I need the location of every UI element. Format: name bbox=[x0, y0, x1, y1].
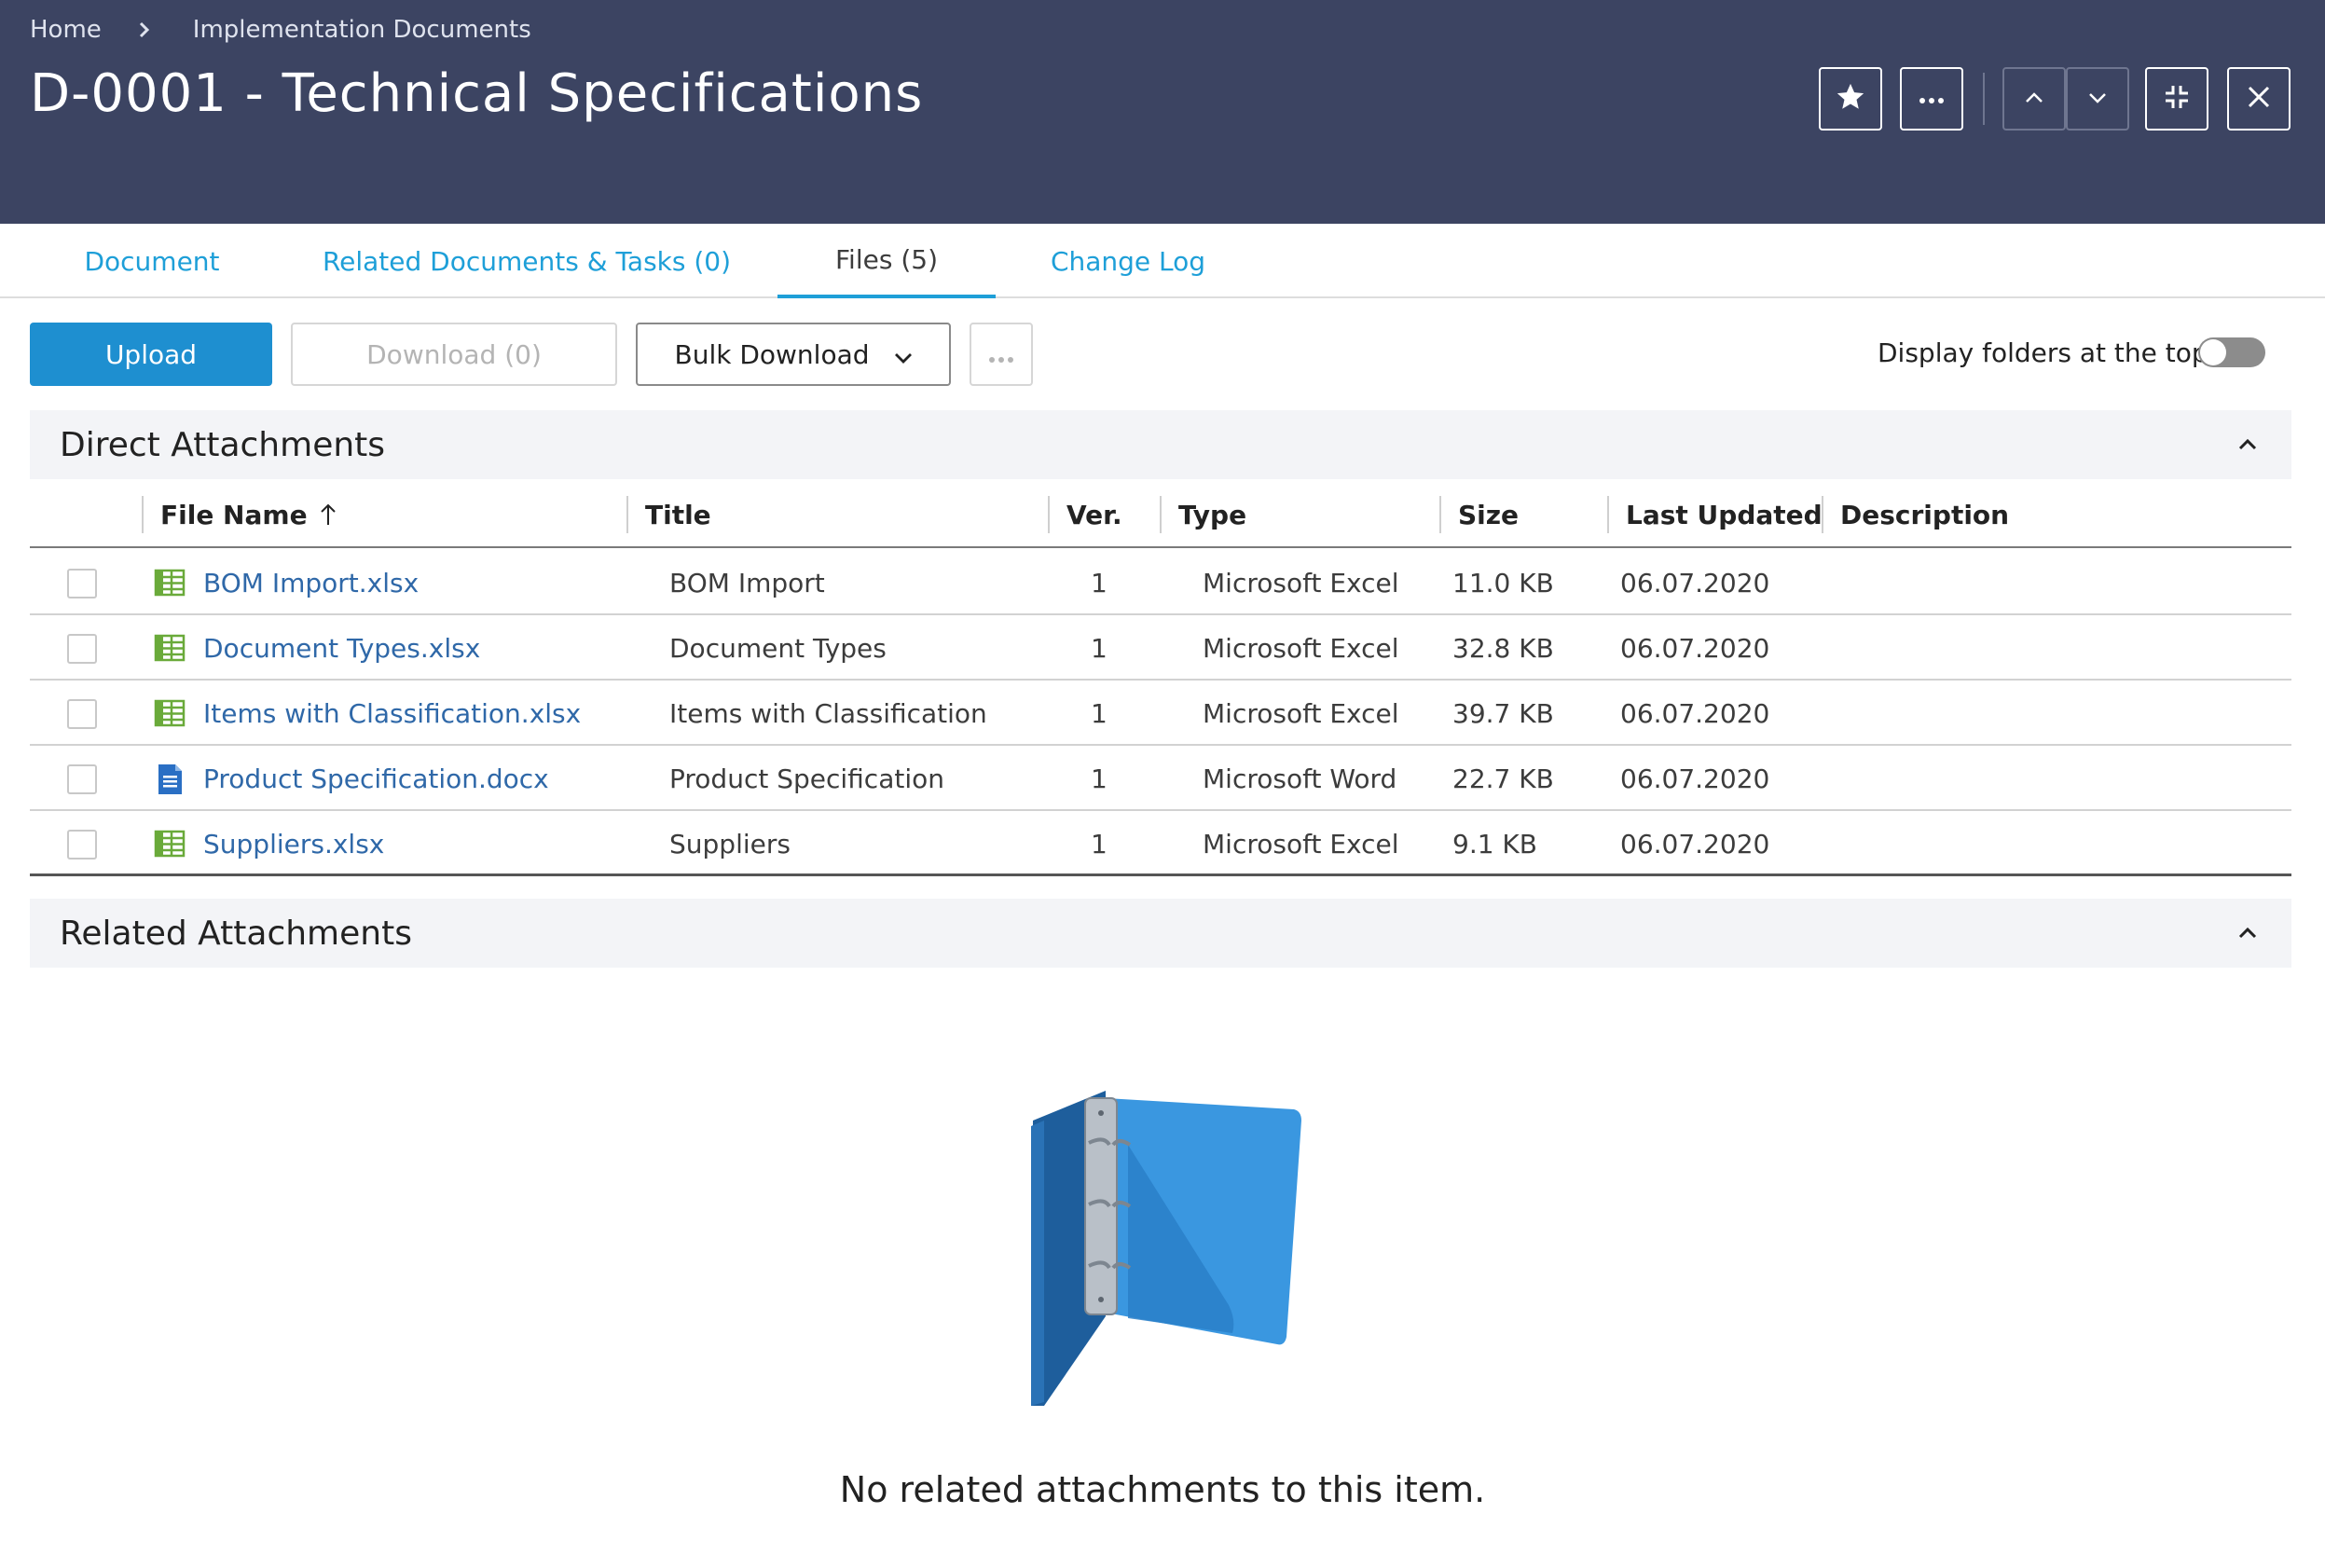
folders-at-top-toggle[interactable] bbox=[2198, 337, 2265, 367]
excel-file-icon bbox=[153, 828, 186, 860]
cell-size: 32.8 KB bbox=[1452, 632, 1554, 664]
header-divider bbox=[1983, 73, 1985, 125]
cell-updated: 06.07.2020 bbox=[1620, 828, 1770, 860]
word-file-icon bbox=[153, 763, 186, 794]
favorite-button[interactable] bbox=[1819, 67, 1882, 131]
star-icon bbox=[1835, 81, 1866, 117]
row-checkbox[interactable] bbox=[67, 830, 97, 860]
excel-file-icon bbox=[153, 632, 186, 664]
table-row[interactable]: BOM Import.xlsx BOM Import 1 Microsoft Exce… bbox=[30, 550, 2291, 615]
cell-title: Document Types bbox=[669, 632, 887, 664]
cell-updated: 06.07.2020 bbox=[1620, 763, 1770, 794]
column-file-name[interactable]: File Name bbox=[142, 496, 337, 533]
tab-bar: Document Related Documents & Tasks (0) F… bbox=[0, 224, 2325, 298]
chevron-down-icon bbox=[2087, 90, 2108, 108]
direct-attachments-header[interactable]: Direct Attachments bbox=[30, 410, 2291, 479]
ellipsis-icon bbox=[988, 339, 1014, 370]
cell-size: 39.7 KB bbox=[1452, 697, 1554, 729]
previous-item-button[interactable] bbox=[2002, 67, 2066, 131]
cell-size: 22.7 KB bbox=[1452, 763, 1554, 794]
cell-updated: 06.07.2020 bbox=[1620, 697, 1770, 729]
table-row[interactable]: Document Types.xlsx Document Types 1 Micros… bbox=[30, 615, 2291, 681]
table-header: File Name Title Ver. Type Size Last Upda… bbox=[30, 481, 2291, 548]
row-checkbox[interactable] bbox=[67, 764, 97, 794]
page-title: D-0001 - Technical Specifications bbox=[30, 63, 924, 124]
cell-size: 11.0 KB bbox=[1452, 567, 1554, 598]
file-name-link[interactable]: Items with Classification.xlsx bbox=[203, 681, 581, 746]
cell-type: Microsoft Excel bbox=[1203, 567, 1399, 598]
row-checkbox[interactable] bbox=[67, 634, 97, 664]
chevron-up-icon[interactable] bbox=[2234, 919, 2262, 947]
column-size[interactable]: Size bbox=[1439, 496, 1519, 533]
cell-title: Items with Classification bbox=[669, 697, 987, 729]
chevron-up-icon bbox=[2024, 90, 2044, 108]
excel-file-icon bbox=[153, 567, 186, 598]
column-type[interactable]: Type bbox=[1160, 496, 1246, 533]
cell-type: Microsoft Excel bbox=[1203, 828, 1399, 860]
file-name-link[interactable]: Suppliers.xlsx bbox=[203, 811, 384, 876]
cell-title: BOM Import bbox=[669, 567, 825, 598]
bulk-download-button[interactable]: Bulk Download bbox=[636, 323, 951, 386]
compress-icon bbox=[2164, 84, 2190, 114]
cell-type: Microsoft Word bbox=[1203, 763, 1397, 794]
cell-ver: 1 bbox=[1091, 763, 1107, 794]
related-attachments-header[interactable]: Related Attachments bbox=[30, 899, 2291, 968]
cell-ver: 1 bbox=[1091, 632, 1107, 664]
column-description[interactable]: Description bbox=[1822, 496, 2009, 533]
file-name-link[interactable]: BOM Import.xlsx bbox=[203, 550, 419, 615]
tab-document[interactable]: Document bbox=[58, 224, 246, 298]
section-title: Related Attachments bbox=[60, 914, 412, 953]
collapse-view-button[interactable] bbox=[2145, 67, 2208, 131]
cell-ver: 1 bbox=[1091, 567, 1107, 598]
breadcrumb-home[interactable]: Home bbox=[30, 16, 102, 44]
page-header: Home Implementation Documents D-0001 - T… bbox=[0, 0, 2325, 224]
breadcrumb-current[interactable]: Implementation Documents bbox=[193, 16, 531, 44]
cell-updated: 06.07.2020 bbox=[1620, 632, 1770, 664]
section-title: Direct Attachments bbox=[60, 425, 386, 464]
file-name-link[interactable]: Product Specification.docx bbox=[203, 746, 549, 811]
cell-title: Product Specification bbox=[669, 763, 944, 794]
cell-size: 9.1 KB bbox=[1452, 828, 1537, 860]
tab-related-documents[interactable]: Related Documents & Tasks (0) bbox=[308, 224, 746, 298]
sort-ascending-icon bbox=[319, 502, 337, 527]
table-row[interactable]: Product Specification.docx Product Specif… bbox=[30, 746, 2291, 811]
tab-change-log[interactable]: Change Log bbox=[1035, 224, 1221, 298]
more-actions-button[interactable] bbox=[1900, 67, 1963, 131]
cell-ver: 1 bbox=[1091, 697, 1107, 729]
close-button[interactable] bbox=[2227, 67, 2291, 131]
excel-file-icon bbox=[153, 697, 186, 729]
next-item-button[interactable] bbox=[2066, 67, 2129, 131]
close-icon bbox=[2247, 85, 2271, 113]
row-checkbox[interactable] bbox=[67, 569, 97, 598]
toggle-knob bbox=[2200, 339, 2226, 365]
bulk-download-label: Bulk Download bbox=[674, 338, 870, 370]
cell-updated: 06.07.2020 bbox=[1620, 567, 1770, 598]
column-version[interactable]: Ver. bbox=[1048, 496, 1122, 533]
upload-button[interactable]: Upload bbox=[30, 323, 272, 386]
row-checkbox[interactable] bbox=[67, 699, 97, 729]
column-title[interactable]: Title bbox=[626, 496, 711, 533]
column-last-updated[interactable]: Last Updated bbox=[1607, 496, 1823, 533]
chevron-down-icon bbox=[894, 339, 913, 370]
tab-files[interactable]: Files (5) bbox=[777, 224, 996, 298]
cell-ver: 1 bbox=[1091, 828, 1107, 860]
folders-toggle-label: Display folders at the top bbox=[1878, 337, 2208, 368]
cell-title: Suppliers bbox=[669, 828, 791, 860]
table-row[interactable]: Suppliers.xlsx Suppliers 1 Microsoft Excel 9… bbox=[30, 811, 2291, 876]
file-name-link[interactable]: Document Types.xlsx bbox=[203, 615, 480, 681]
chevron-up-icon[interactable] bbox=[2234, 431, 2262, 459]
table-row[interactable]: Items with Classification.xlsx Items with… bbox=[30, 681, 2291, 746]
cell-type: Microsoft Excel bbox=[1203, 632, 1399, 664]
ellipsis-icon bbox=[1918, 90, 1946, 108]
toolbar-more-button[interactable] bbox=[970, 323, 1033, 386]
column-label: File Name bbox=[160, 499, 308, 530]
download-button[interactable]: Download (0) bbox=[291, 323, 617, 386]
chevron-right-icon bbox=[128, 13, 161, 47]
breadcrumb: Home Implementation Documents bbox=[30, 13, 531, 47]
cell-type: Microsoft Excel bbox=[1203, 697, 1399, 729]
empty-state-message: No related attachments to this item. bbox=[839, 1469, 1486, 1510]
empty-binder-illustration bbox=[1016, 1089, 1314, 1413]
